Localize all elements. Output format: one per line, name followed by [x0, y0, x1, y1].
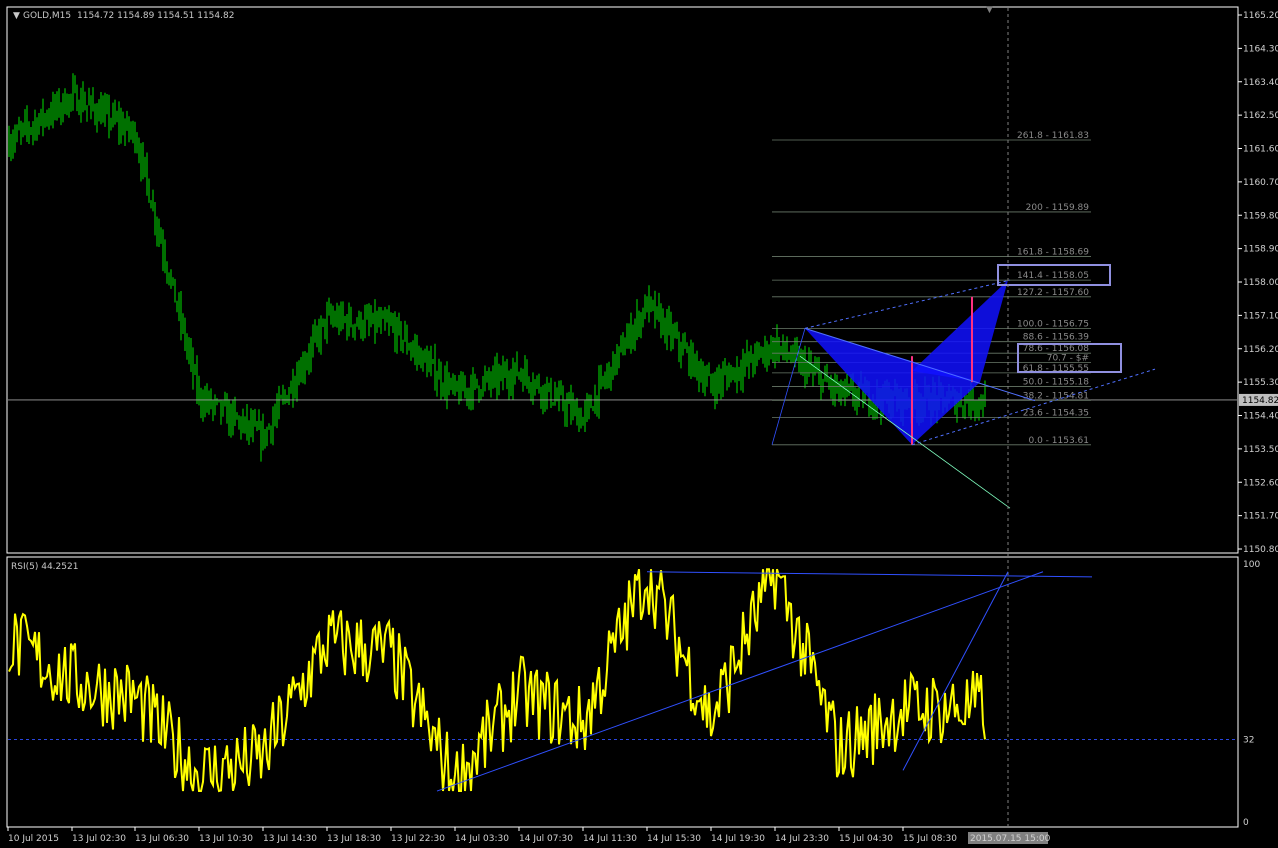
time-tick-label: 10 Jul 2015 [8, 834, 59, 844]
rsi-trend-line [436, 571, 1044, 792]
highlighted-time-label: 2015.07.15 15:00 [970, 834, 1051, 844]
rsi-tick-label: 0 [1243, 818, 1249, 828]
rsi-trend-line [902, 571, 1009, 771]
price-tick-label: 1159.80 [1243, 211, 1278, 221]
rsi-layer [8, 568, 1237, 793]
mt4-chart-window: 261.8 - 1161.83 200 - 1159.89 161.8 - 1158… [0, 0, 1278, 848]
price-tick-label: 1164.30 [1243, 44, 1278, 54]
time-tick-label: 15 Jul 08:30 [903, 834, 957, 844]
fib-level-label: 100.0 - 1156.75 [1017, 319, 1089, 329]
price-tick-label: 1156.20 [1243, 345, 1278, 355]
price-tick-label: 1161.60 [1243, 145, 1278, 155]
time-tick-label: 14 Jul 07:30 [519, 834, 573, 844]
price-tick-label: 1157.10 [1243, 311, 1278, 321]
time-tick-label: 14 Jul 15:30 [647, 834, 701, 844]
chart-shift-triangle-icon[interactable]: ▼ [986, 5, 993, 15]
price-tick-label: 1163.40 [1243, 78, 1278, 88]
time-tick-label: 14 Jul 03:30 [455, 834, 509, 844]
time-tick-label: 15 Jul 04:30 [839, 834, 893, 844]
time-tick-label: 13 Jul 10:30 [199, 834, 253, 844]
price-tick-label: 1162.50 [1243, 111, 1278, 121]
fib-level-label: 261.8 - 1161.83 [1017, 131, 1089, 141]
time-tick-label: 14 Jul 11:30 [583, 834, 637, 844]
rsi-trend-line [646, 571, 1093, 578]
fib-level-label: 0.0 - 1153.61 [1029, 436, 1090, 446]
price-tick-label: 1153.50 [1243, 445, 1278, 455]
ohlc-label: 1154.72 1154.89 1154.51 1154.82 [77, 11, 234, 21]
current-price-label: 1154.82 [1242, 396, 1278, 406]
rsi-tick-label: 100 [1243, 560, 1260, 570]
price-tick-label: 1158.90 [1243, 245, 1278, 255]
fib-level-label: 50.0 - 1155.18 [1023, 378, 1089, 388]
fib-level-label: 200 - 1159.89 [1026, 203, 1090, 213]
time-tick-label: 14 Jul 23:30 [775, 834, 829, 844]
fib-level-label: 23.6 - 1154.35 [1023, 408, 1089, 418]
price-tick-label: 1165.20 [1243, 11, 1278, 21]
price-tick-label: 1158.00 [1243, 278, 1278, 288]
price-tick-label: 1152.60 [1243, 478, 1278, 488]
fib-level-label: 88.6 - 1156.39 [1023, 333, 1089, 343]
chart-canvas[interactable]: 261.8 - 1161.83 200 - 1159.89 161.8 - 1158… [0, 0, 1278, 848]
rsi-line [8, 568, 986, 793]
fib-level-label: 161.8 - 1158.69 [1017, 247, 1089, 257]
dropdown-triangle-icon[interactable]: ▼ [13, 11, 20, 21]
rsi-tick-label: 32 [1243, 735, 1254, 745]
time-tick-label: 13 Jul 02:30 [72, 834, 126, 844]
price-tick-label: 1160.70 [1243, 178, 1278, 188]
rsi-label: RSI(5) 44.2521 [11, 562, 78, 572]
price-tick-label: 1151.70 [1243, 512, 1278, 522]
time-tick-label: 13 Jul 22:30 [391, 834, 445, 844]
time-tick-label: 13 Jul 06:30 [135, 834, 189, 844]
time-tick-label: 13 Jul 18:30 [327, 834, 381, 844]
fib-level-label: 70.7 - $# [1047, 353, 1089, 363]
price-tick-label: 1150.80 [1243, 545, 1278, 555]
price-tick-label: 1155.30 [1243, 378, 1278, 388]
price-tick-label: 1154.40 [1243, 412, 1278, 422]
fib-level-label: 127.2 - 1157.60 [1017, 288, 1089, 298]
time-tick-label: 14 Jul 19:30 [711, 834, 765, 844]
fib-level-label: 141.4 - 1158.05 [1017, 271, 1089, 281]
price-layer: 261.8 - 1161.83 200 - 1159.89 161.8 - 1158… [8, 8, 1237, 826]
time-tick-label: 13 Jul 14:30 [263, 834, 317, 844]
symbol-label: GOLD,M15 [23, 11, 71, 21]
